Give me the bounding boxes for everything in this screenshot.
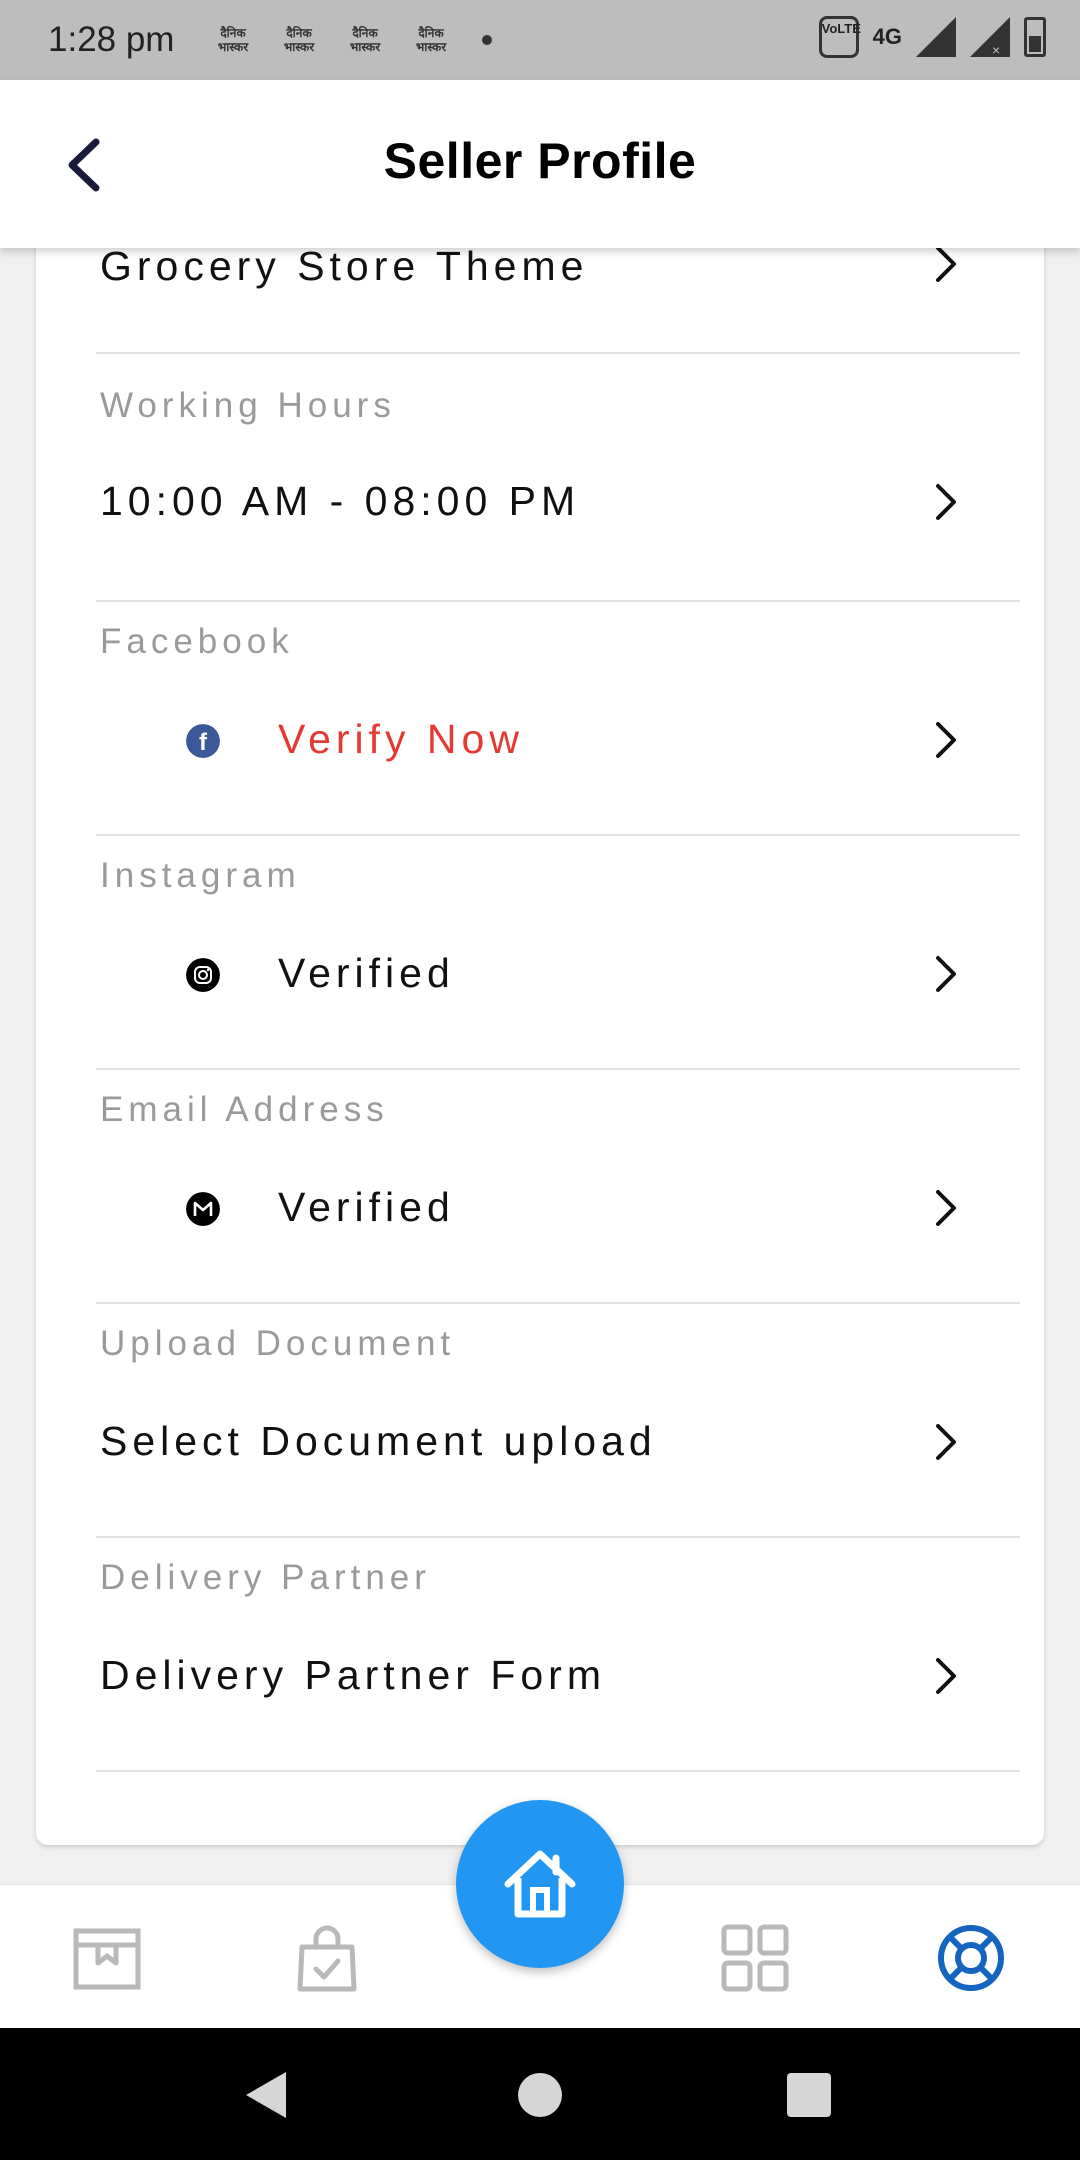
chevron-right-icon — [936, 246, 956, 282]
divider — [96, 1536, 1020, 1538]
app-bar: Seller Profile — [0, 80, 1080, 248]
profile-row-value: Delivery Partner Form — [100, 1652, 606, 1698]
divider — [96, 834, 1020, 836]
profile-row-value: Grocery Store Theme — [100, 243, 589, 289]
gmail-icon — [186, 1192, 220, 1226]
chevron-right-icon — [936, 956, 956, 992]
status-indicators: VoLTE 4G × — [818, 16, 1046, 58]
profile-row-label: Instagram — [100, 856, 301, 895]
system-nav-bar — [0, 2028, 1080, 2160]
profile-row-value: Verified — [278, 950, 455, 996]
support-lifebuoy-icon[interactable] — [936, 1923, 1006, 1993]
facebook-icon: f — [186, 724, 220, 758]
profile-row-working-hours[interactable]: Working Hours 10:00 AM - 08:00 PM — [96, 370, 1020, 600]
page-title: Seller Profile — [383, 133, 697, 189]
profile-row-value: Select Document upload — [100, 1418, 657, 1464]
dainik-bhaskar-icon: दैनिक भास्कर — [349, 26, 381, 54]
instagram-icon — [186, 958, 220, 992]
network-type: 4G — [872, 24, 902, 49]
status-time: 1:28 pm — [48, 20, 175, 59]
dainik-bhaskar-icon: दैनिक भास्कर — [415, 26, 447, 54]
svg-text:×: × — [992, 42, 1000, 57]
home-circle-icon[interactable] — [517, 2072, 563, 2118]
divider — [96, 352, 1020, 354]
dainik-bhaskar-icon: दैनिक भास्कर — [283, 26, 315, 54]
profile-card: Grocery Store Theme Working Hours 10:00 … — [36, 200, 1044, 1845]
chevron-right-icon — [936, 1424, 956, 1460]
more-notifications-dot — [482, 35, 492, 45]
divider — [96, 1302, 1020, 1304]
profile-row-facebook[interactable]: Facebook f Verify Now — [96, 604, 1020, 834]
profile-row-instagram[interactable]: Instagram Verified — [96, 838, 1020, 1068]
profile-row-label: Working Hours — [100, 386, 396, 425]
chevron-right-icon — [936, 722, 956, 758]
volte-icon: VoLTE — [818, 16, 861, 58]
chevron-right-icon — [936, 1190, 956, 1226]
signal-no-sim-icon: × — [970, 17, 1010, 57]
profile-row-label: Email Address — [100, 1090, 389, 1129]
home-icon — [504, 1850, 576, 1918]
divider — [96, 600, 1020, 602]
categories-grid-icon[interactable] — [720, 1923, 790, 1993]
battery-icon — [1024, 17, 1046, 57]
orders-bag-icon[interactable] — [292, 1923, 362, 1993]
profile-row-label: Delivery Partner — [100, 1558, 431, 1597]
signal-icon — [916, 17, 956, 57]
home-button[interactable] — [456, 1800, 624, 1968]
recents-square-icon[interactable] — [786, 2072, 832, 2118]
chevron-right-icon — [936, 1658, 956, 1694]
store-icon[interactable] — [72, 1923, 142, 1993]
profile-row-delivery-partner[interactable]: Delivery Partner Delivery Partner Form — [96, 1540, 1020, 1770]
profile-row-email[interactable]: Email Address Verified — [96, 1072, 1020, 1302]
profile-row-value: 10:00 AM - 08:00 PM — [100, 478, 581, 524]
status-bar: 1:28 pm दैनिक भास्कर दैनिक भास्कर दैनिक … — [0, 0, 1080, 80]
chevron-right-icon — [936, 484, 956, 520]
dainik-bhaskar-icon: दैनिक भास्कर — [217, 26, 249, 54]
profile-row-value: Verify Now — [278, 716, 524, 762]
notification-icons: दैनिक भास्कर दैनिक भास्कर दैनिक भास्कर द… — [210, 18, 492, 62]
profile-row-upload-document[interactable]: Upload Document Select Document upload — [96, 1306, 1020, 1536]
profile-row-value: Verified — [278, 1184, 455, 1230]
back-triangle-icon[interactable] — [242, 2070, 288, 2120]
divider — [96, 1068, 1020, 1070]
profile-row-label: Facebook — [100, 622, 294, 661]
svg-text:f: f — [199, 729, 208, 756]
divider — [96, 1770, 1020, 1772]
profile-row-label: Upload Document — [100, 1324, 456, 1363]
